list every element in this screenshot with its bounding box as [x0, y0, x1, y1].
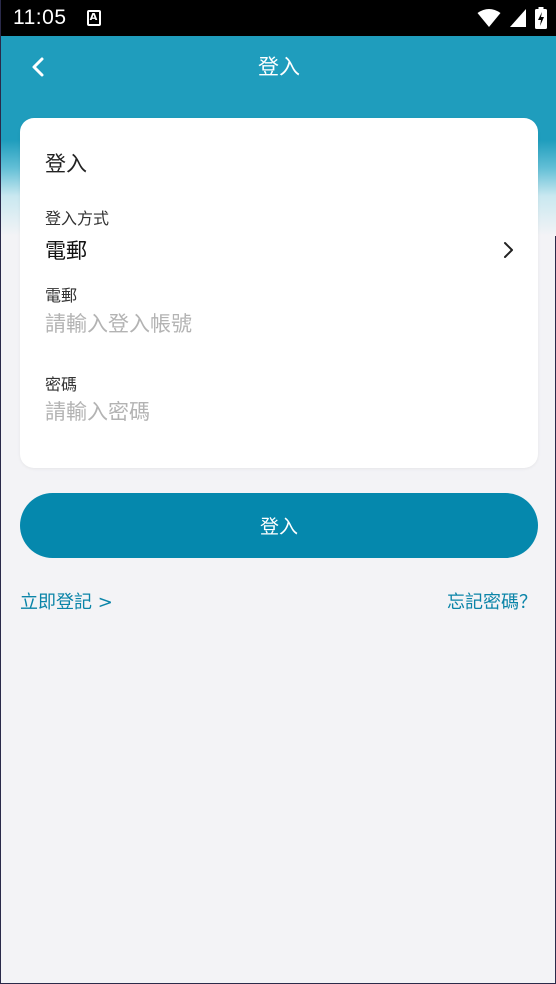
- login-method-value: 電郵: [45, 239, 87, 263]
- status-icons: [477, 7, 547, 29]
- login-method-selector[interactable]: 電郵: [45, 234, 515, 266]
- chevron-right-icon: [504, 242, 513, 258]
- register-link[interactable]: 立即登記 >: [20, 588, 113, 614]
- login-card: 登入 登入方式 電郵 電郵 密碼: [20, 118, 538, 468]
- login-method-label: 登入方式: [45, 209, 110, 228]
- forgot-password-link[interactable]: 忘記密碼？: [447, 588, 537, 614]
- a-badge-icon: A: [86, 10, 101, 26]
- status-time: 11:05: [13, 6, 67, 29]
- email-label: 電郵: [45, 286, 78, 305]
- login-button-label: 登入: [259, 516, 298, 538]
- email-field[interactable]: [45, 307, 515, 341]
- login-button[interactable]: 登入: [20, 493, 538, 558]
- page-title: 登入: [258, 55, 300, 79]
- password-label: 密碼: [45, 375, 78, 394]
- status-bar: 11:05 A: [1, 0, 556, 36]
- signal-icon: [510, 9, 526, 27]
- battery-charging-icon: [535, 7, 547, 29]
- wifi-icon: [477, 9, 501, 27]
- card-title: 登入: [45, 152, 87, 176]
- password-field[interactable]: [45, 395, 515, 429]
